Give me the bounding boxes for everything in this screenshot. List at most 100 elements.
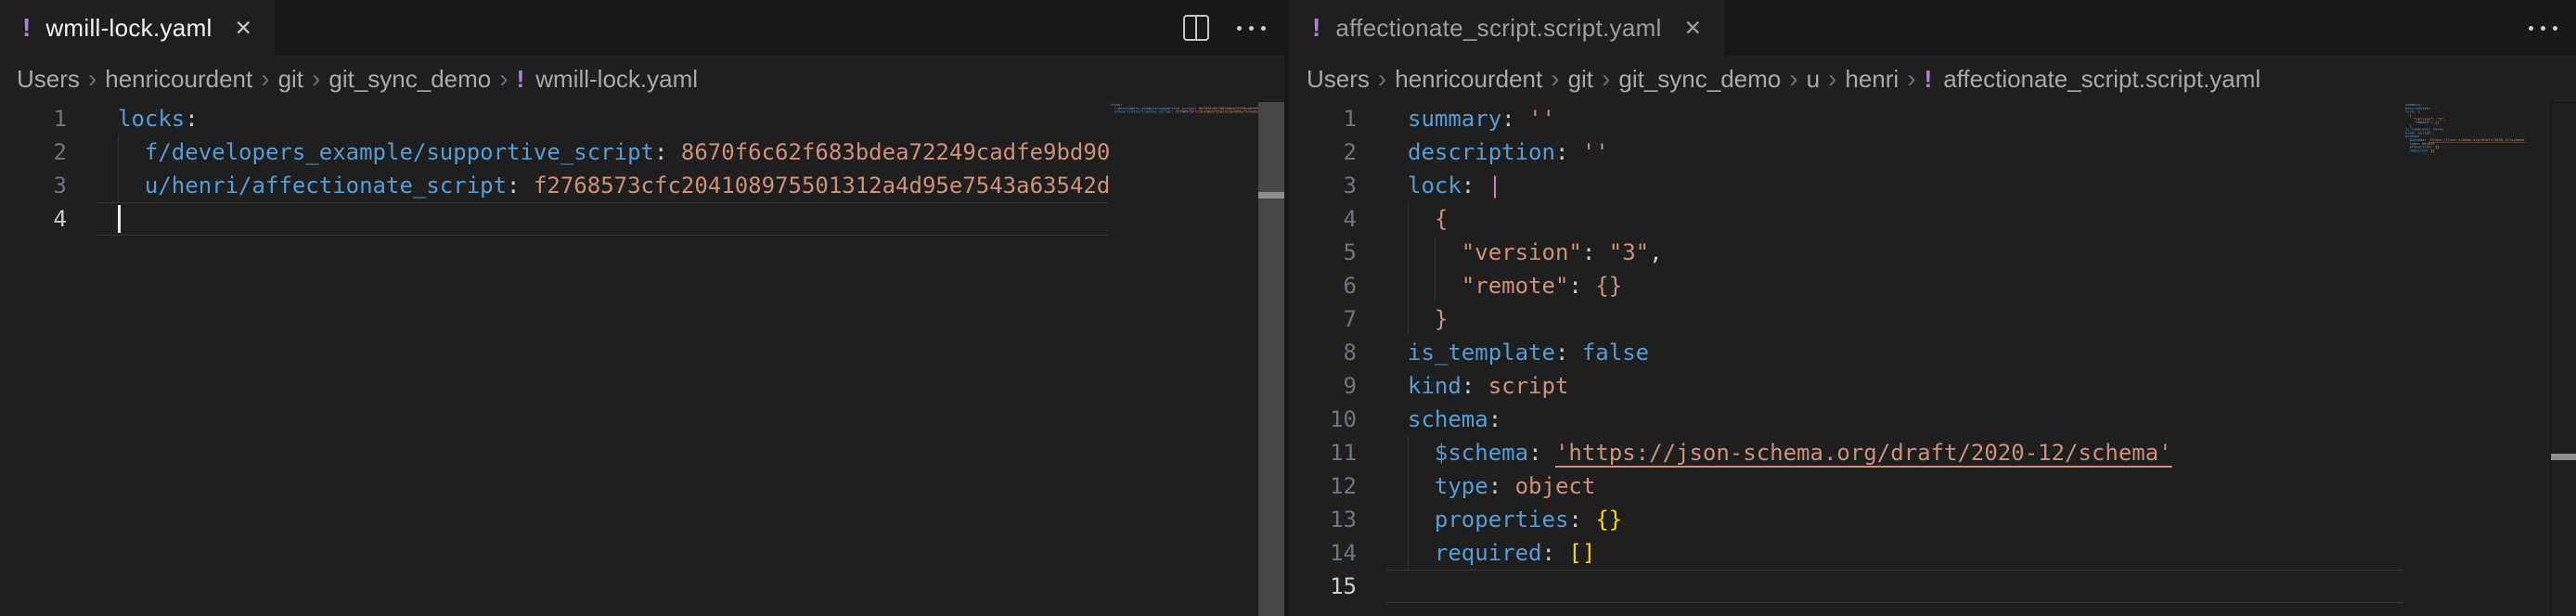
line-number: 8 xyxy=(1290,336,1357,369)
breadcrumb-item[interactable]: git_sync_demo xyxy=(1618,65,1781,94)
breadcrumb-chevron-icon: › xyxy=(252,66,277,92)
code-line[interactable]: 7 } xyxy=(1290,302,2405,336)
breadcrumb-item[interactable]: henri xyxy=(1845,65,1899,94)
code-text: $schema: 'https://json-schema.org/draft/… xyxy=(1408,436,2172,469)
tab-affectionate-script-yaml[interactable]: ! affectionate_script.script.yaml ✕ xyxy=(1290,0,1724,56)
breadcrumb-file[interactable]: !wmill-lock.yaml xyxy=(517,65,698,94)
line-number: 7 xyxy=(1290,302,1357,336)
line-number: 14 xyxy=(1290,536,1357,570)
code-text: { xyxy=(1408,202,1448,236)
code-line[interactable]: 1 locks: xyxy=(0,102,1110,135)
yaml-file-icon: ! xyxy=(1312,15,1320,41)
editor-right: 1summary: ''2description: ''3lock: |4 {5… xyxy=(1290,102,2576,616)
breadcrumb-chevron-icon: › xyxy=(1820,66,1845,92)
line-number: 3 xyxy=(1290,169,1357,202)
tab-wmill-lock-yaml[interactable]: ! wmill-lock.yaml ✕ xyxy=(0,0,275,56)
code-text: is_template: false xyxy=(1408,336,1649,369)
split-editor-icon[interactable] xyxy=(1183,15,1209,41)
code-line[interactable]: 12 type: object xyxy=(1290,469,2405,503)
line-number: 13 xyxy=(1290,503,1357,536)
code-line[interactable]: 1 summary: '' xyxy=(1290,102,2405,135)
code-line[interactable]: 6 "remote": {} xyxy=(1290,269,2405,302)
tab-actions-left xyxy=(1183,0,1266,56)
code-line[interactable]: 3 lock: | xyxy=(1290,169,2405,202)
line-number: 4 xyxy=(0,202,67,236)
current-line-highlight xyxy=(1386,570,2403,603)
code-line[interactable]: 2 description: '' xyxy=(1290,135,2405,169)
tab-actions-right xyxy=(2529,0,2557,56)
code-text: type: object xyxy=(1408,469,1595,503)
breadcrumb-item[interactable]: git xyxy=(1568,65,1593,94)
minimap-left[interactable]: locks: f/developers_example/supportive_s… xyxy=(1110,102,1258,616)
overview-cursor-mark xyxy=(2551,454,2576,460)
breadcrumb-chevron-icon: › xyxy=(1899,66,1924,92)
line-number: 1 xyxy=(1290,102,1357,135)
minimap-right[interactable]: summary: ''description: ''lock: | { "ver… xyxy=(2405,102,2550,616)
code-line[interactable]: 3 u/henri/affectionate_script: f2768573c… xyxy=(0,169,1110,202)
current-line-highlight xyxy=(97,202,1108,236)
text-cursor xyxy=(118,205,121,233)
scrollbar-right[interactable] xyxy=(2550,102,2576,616)
line-number: 3 xyxy=(0,169,67,202)
line-number: 2 xyxy=(1290,135,1357,169)
line-number: 4 xyxy=(1290,202,1357,236)
code-text: required: [] xyxy=(1408,536,1595,570)
line-number: 10 xyxy=(1290,403,1357,436)
minimap-line: required: [] xyxy=(2405,148,2550,152)
code-line[interactable]: 15 xyxy=(1290,570,2405,603)
breadcrumb-chevron-icon: › xyxy=(1593,66,1618,92)
breadcrumb-item[interactable]: git_sync_demo xyxy=(328,65,491,94)
breadcrumb-file-name: affectionate_script.script.yaml xyxy=(1943,65,2260,94)
yaml-file-icon: ! xyxy=(1925,67,1933,91)
code-text: } xyxy=(1408,302,1448,336)
code-text: kind: script xyxy=(1408,369,1568,403)
breadcrumb-file[interactable]: ! affectionate_script.script.yaml xyxy=(1925,65,2261,94)
minimap-line: u/henri/affectionate_script: f2768573cfc… xyxy=(1110,110,1258,114)
code-line[interactable]: 9kind: script xyxy=(1290,369,2405,403)
scrollbar-left[interactable] xyxy=(1258,102,1284,616)
line-number: 1 xyxy=(0,102,67,135)
code-region-left[interactable]: 1 locks:2 f/developers_example/supportive… xyxy=(0,102,1110,616)
code-line[interactable]: 14 required: [] xyxy=(1290,536,2405,570)
editor-group-right: ! affectionate_script.script.yaml ✕ User… xyxy=(1290,0,2576,616)
code-text: summary: '' xyxy=(1408,102,1555,135)
breadcrumb-item[interactable]: u xyxy=(1807,65,1820,94)
breadcrumb-item[interactable]: henricourdent xyxy=(1395,65,1542,94)
close-icon[interactable]: ✕ xyxy=(235,18,252,39)
line-number: 2 xyxy=(0,135,67,169)
more-actions-icon[interactable] xyxy=(2529,0,2557,56)
yaml-file-icon: ! xyxy=(517,67,525,91)
more-actions-icon[interactable] xyxy=(1237,0,1266,56)
code-line[interactable]: 4 { xyxy=(1290,202,2405,236)
breadcrumb: Users›henricourdent›git›git_sync_demo›u›… xyxy=(1290,56,2576,102)
yaml-file-icon: ! xyxy=(22,15,31,41)
code-line[interactable]: 5 "version": "3", xyxy=(1290,236,2405,269)
breadcrumb-item[interactable]: henricourdent xyxy=(105,65,252,94)
breadcrumb-item[interactable]: git xyxy=(278,65,303,94)
code-line[interactable]: 2 f/developers_example/supportive_script… xyxy=(0,135,1110,169)
breadcrumb-item[interactable]: Users xyxy=(17,65,80,94)
code-region-right[interactable]: 1summary: ''2description: ''3lock: |4 {5… xyxy=(1290,102,2405,616)
tab-bar-right: ! affectionate_script.script.yaml ✕ xyxy=(1290,0,2576,56)
line-number: 15 xyxy=(1290,570,1357,603)
line-number: 11 xyxy=(1290,436,1357,469)
breadcrumb-chevron-icon: › xyxy=(303,66,328,92)
breadcrumb-chevron-icon: › xyxy=(1542,66,1567,92)
tab-label: affectionate_script.script.yaml xyxy=(1335,14,1661,43)
code-line[interactable]: 8 is_template: false xyxy=(1290,336,2405,369)
code-text: properties: {} xyxy=(1408,503,1622,536)
code-line[interactable]: 10schema: xyxy=(1290,403,2405,436)
code-text: locks: xyxy=(118,102,199,135)
code-text: lock: | xyxy=(1408,169,1501,202)
tab-label: wmill-lock.yaml xyxy=(45,14,212,43)
code-line[interactable]: 11 $schema: 'https://json-schema.org/dra… xyxy=(1290,436,2405,469)
code-line[interactable]: 4 xyxy=(0,202,1110,236)
breadcrumb-item[interactable]: Users xyxy=(1307,65,1370,94)
line-number: 5 xyxy=(1290,236,1357,269)
editor-left: 1 locks:2 f/developers_example/supportive… xyxy=(0,102,1284,616)
code-text: description: '' xyxy=(1408,135,1609,169)
scrollbar-thumb[interactable] xyxy=(1258,102,1284,616)
code-text: u/henri/affectionate_script: f2768573cfc… xyxy=(118,169,1110,202)
code-line[interactable]: 13 properties: {} xyxy=(1290,503,2405,536)
close-icon[interactable]: ✕ xyxy=(1684,18,1702,39)
